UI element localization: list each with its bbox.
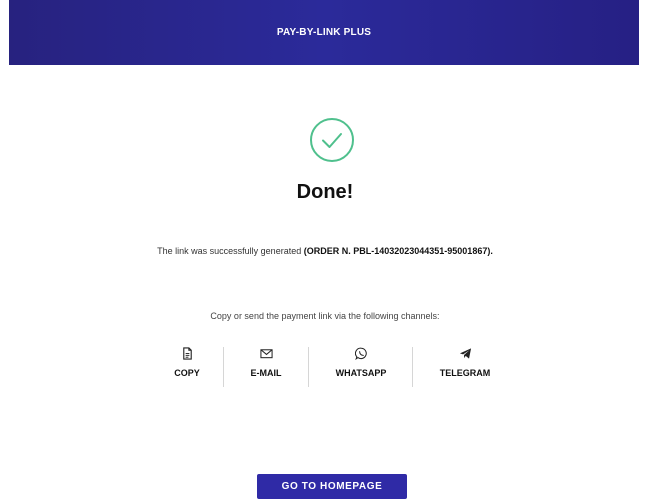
header-title: PAY-BY-LINK PLUS (276, 27, 372, 38)
channel-divider (223, 347, 224, 387)
email-link-button[interactable]: E-MAIL (241, 347, 291, 378)
paper-plane-icon (459, 348, 471, 359)
order-number: (ORDER N. PBL-14032023044351-95001867). (303, 246, 493, 256)
done-title: Done! (296, 181, 354, 203)
whatsapp-icon (354, 347, 367, 360)
success-message-text: The link was successfully generated (157, 246, 304, 256)
channel-label-copy: COPY (174, 368, 200, 378)
channels-caption: Copy or send the payment link via the fo… (210, 311, 440, 321)
channel-label-email: E-MAIL (250, 368, 282, 378)
whatsapp-link-button[interactable]: WHATSAPP (328, 347, 394, 378)
document-icon (182, 347, 192, 360)
envelope-icon (259, 349, 273, 359)
share-channels: COPY E-MAIL WHATSAPP TELEGRAM (0, 347, 650, 387)
copy-link-button[interactable]: COPY (168, 347, 206, 378)
go-to-homepage-button[interactable]: GO TO HOMEPAGE (257, 474, 407, 499)
channel-label-telegram: TELEGRAM (439, 368, 491, 378)
app-header: PAY-BY-LINK PLUS (9, 0, 639, 65)
success-message: The link was successfully generated (ORD… (0, 246, 650, 256)
check-circle-icon (310, 118, 354, 162)
channel-divider (308, 347, 309, 387)
channel-divider (412, 347, 413, 387)
channel-label-whatsapp: WHATSAPP (335, 368, 387, 378)
telegram-link-button[interactable]: TELEGRAM (434, 347, 496, 378)
